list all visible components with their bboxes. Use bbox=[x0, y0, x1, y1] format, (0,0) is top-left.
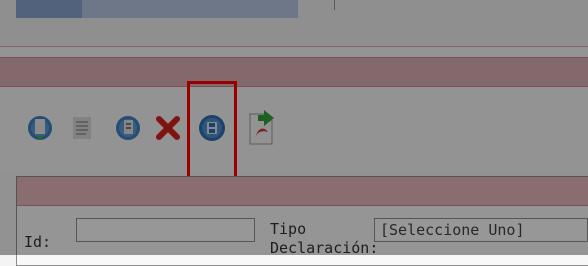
export-pdf-button[interactable] bbox=[246, 108, 278, 148]
export-pdf-icon bbox=[244, 108, 280, 148]
declaracion-label: Declaración: bbox=[270, 239, 379, 257]
top-divider bbox=[334, 0, 335, 10]
list-button[interactable] bbox=[66, 108, 98, 148]
delete-icon bbox=[153, 113, 183, 143]
top-tab-active[interactable] bbox=[16, 0, 82, 18]
divider-gap bbox=[0, 47, 588, 56]
tipo-label: Tipo bbox=[270, 220, 307, 238]
list-icon bbox=[70, 113, 94, 143]
form-panel-header bbox=[17, 177, 588, 206]
tipo-select-value: [Seleccione Uno] bbox=[380, 221, 525, 239]
new-record-button[interactable] bbox=[24, 108, 56, 148]
edit-record-icon bbox=[114, 112, 142, 144]
highlight-box bbox=[187, 81, 237, 181]
delete-button[interactable] bbox=[152, 108, 184, 148]
section-header-bar bbox=[0, 57, 588, 87]
id-input[interactable] bbox=[76, 218, 255, 242]
id-label: Id: bbox=[24, 233, 52, 251]
new-record-icon bbox=[26, 112, 54, 144]
edit-record-button[interactable] bbox=[112, 108, 144, 148]
